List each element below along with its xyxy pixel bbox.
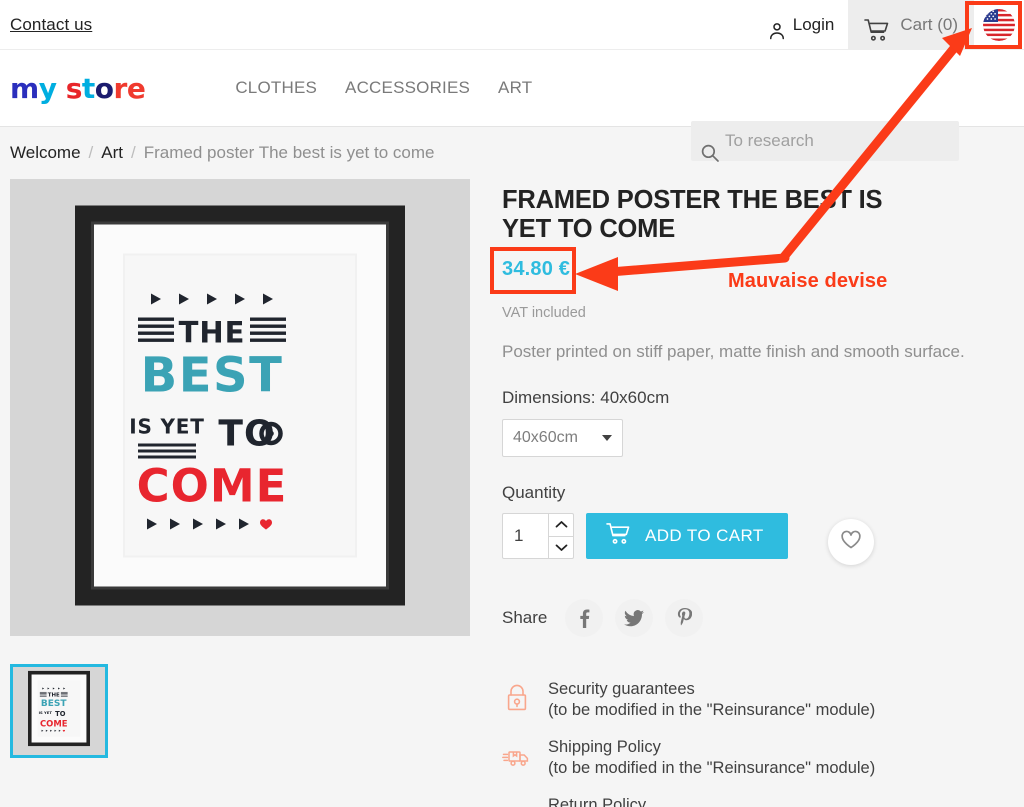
nav-item-art[interactable]: ART [498, 78, 532, 98]
svg-text:IS YET: IS YET [39, 711, 53, 715]
svg-text:TO: TO [55, 710, 66, 718]
share-row: Share [502, 599, 1002, 638]
pinterest-icon[interactable] [665, 599, 704, 638]
reinsurance-blocks: Security guarantees (to be modified in t… [502, 679, 1002, 807]
svg-text:THE: THE [48, 693, 60, 699]
site-header: my store CLOTHES ACCESSORIES ART To rese… [0, 50, 1024, 162]
cart-button[interactable]: Cart (0) [848, 0, 974, 49]
top-bar-right: Login Cart (0) [754, 0, 1024, 49]
twitter-icon[interactable] [615, 599, 654, 638]
login-button[interactable]: Login [754, 0, 849, 49]
quantity-stepper-buttons [548, 514, 573, 559]
person-icon [767, 8, 787, 42]
product-thumbnail-1[interactable]: THE BEST IS YET TO COME [10, 664, 108, 758]
reinsurance-block-security: Security guarantees (to be modified in t… [502, 679, 1002, 721]
breadcrumb-item-current: Framed poster The best is yet to come [143, 143, 435, 162]
purchase-row: 1 ADD TO CART [502, 513, 1002, 566]
svg-text:THE: THE [179, 315, 246, 349]
svg-text:IS YET: IS YET [129, 414, 204, 438]
annotation-note: Mauvaise devise [728, 270, 888, 292]
breadcrumb-item-art[interactable]: Art [101, 143, 123, 163]
poster-thumbnail-artwork: THE BEST IS YET TO COME [28, 670, 90, 752]
page-title: FRAMED POSTER THE BEST IS YET TO COME [502, 186, 883, 243]
chevron-down-icon [602, 435, 612, 442]
cart-label: Cart (0) [900, 14, 958, 34]
breadcrumb-item-welcome[interactable]: Welcome [10, 143, 81, 163]
us-flag-icon [983, 8, 1015, 41]
share-label: Share [502, 608, 548, 628]
search-icon [700, 143, 720, 163]
svg-text:TO: TO [218, 413, 275, 454]
svg-text:COME: COME [40, 719, 68, 729]
product-gallery: THE BEST IS YET TO COME THE BEST IS YET … [10, 179, 470, 763]
poster-artwork: THE BEST IS YET TO COME [75, 205, 405, 610]
padlock-icon [502, 679, 536, 719]
facebook-icon[interactable] [565, 599, 604, 638]
dimensions-select[interactable]: 40x60cm [502, 419, 623, 458]
reinsurance-block-return: Return Policy (to be modified in the "Re… [502, 795, 1002, 807]
reinsurance-title: Security guarantees [548, 680, 695, 699]
reinsurance-subtitle: (to be modified in the "Reinsurance" mod… [548, 701, 876, 720]
main-navigation: CLOTHES ACCESSORIES ART [235, 78, 532, 98]
heart-icon [840, 530, 862, 555]
product-price: 34.80 € [502, 258, 571, 281]
store-logo[interactable]: my store [10, 72, 146, 105]
language-currency-switcher[interactable] [974, 0, 1024, 49]
quantity-stepper[interactable]: 1 [502, 513, 574, 560]
login-label: Login [792, 14, 835, 34]
top-bar: Contact us Login Cart (0) [0, 0, 1024, 50]
search-placeholder: To research [725, 131, 814, 150]
return-box-icon [502, 795, 536, 807]
quantity-decrease-button[interactable] [549, 537, 573, 559]
add-to-cart-label: ADD TO CART [645, 526, 764, 546]
dimensions-selected-value: 40x60cm [513, 429, 578, 447]
svg-text:BEST: BEST [141, 347, 284, 403]
quantity-label: Quantity [502, 483, 566, 503]
quantity-increase-button[interactable] [549, 514, 573, 537]
reinsurance-title: Shipping Policy [548, 738, 661, 757]
cart-icon [606, 522, 631, 550]
tax-label: VAT included [502, 305, 586, 322]
shopping-cart-icon [864, 8, 890, 42]
svg-text:BEST: BEST [41, 699, 67, 709]
delivery-truck-icon [502, 737, 536, 777]
quantity-value[interactable]: 1 [503, 514, 548, 558]
breadcrumb-separator: / [131, 143, 136, 162]
nav-item-accessories[interactable]: ACCESSORIES [345, 78, 470, 98]
thumbnail-row: THE BEST IS YET TO COME [10, 664, 470, 763]
reinsurance-block-shipping: Shipping Policy (to be modified in the "… [502, 737, 1002, 779]
nav-item-clothes[interactable]: CLOTHES [235, 78, 317, 98]
product-description: Poster printed on stiff paper, matte fin… [502, 342, 965, 362]
add-to-cart-button[interactable]: ADD TO CART [586, 513, 788, 560]
breadcrumb-separator: / [88, 143, 94, 162]
dimensions-label: Dimensions: 40x60cm [502, 388, 670, 408]
product-main-image[interactable]: THE BEST IS YET TO COME [10, 179, 470, 636]
search-input[interactable]: To research [691, 121, 959, 161]
reinsurance-subtitle: (to be modified in the "Reinsurance" mod… [548, 759, 876, 778]
add-to-wishlist-button[interactable] [827, 519, 874, 566]
reinsurance-title: Return Policy [548, 796, 647, 807]
svg-text:COME: COME [137, 459, 288, 512]
contact-us-link[interactable]: Contact us [10, 15, 92, 35]
